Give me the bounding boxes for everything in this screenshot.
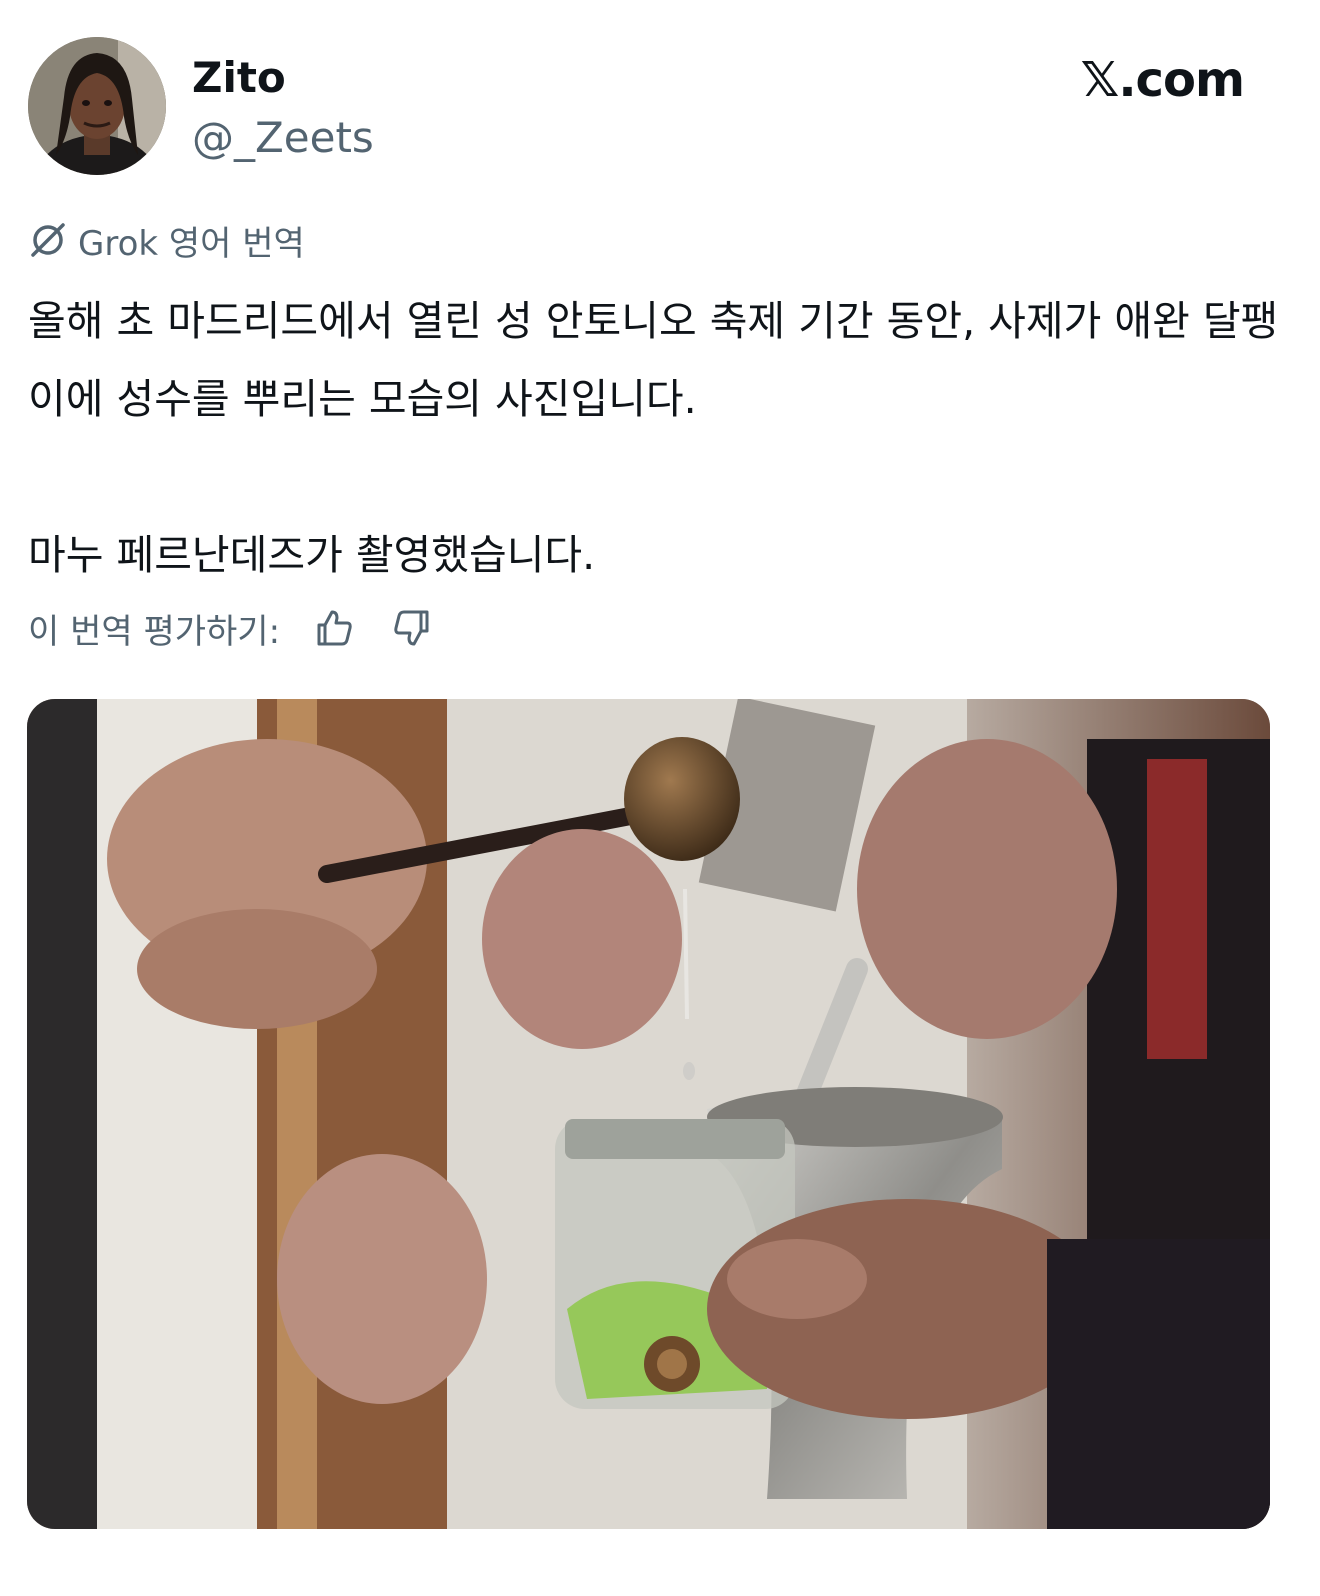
site-logo: 𝕏.com bbox=[1080, 52, 1245, 108]
avatar[interactable] bbox=[28, 37, 166, 175]
rate-translation-row: 이 번역 평가하기: bbox=[28, 600, 436, 656]
avatar-image bbox=[28, 37, 166, 175]
thumbs-up-button[interactable] bbox=[310, 604, 358, 652]
translation-label-row: Grok 영어 번역 bbox=[28, 214, 305, 266]
tweet-media-photo[interactable] bbox=[27, 699, 1270, 1529]
photo-priest-blessing-snail bbox=[27, 699, 1270, 1529]
translation-label: Grok 영어 번역 bbox=[78, 223, 305, 264]
tweet-text: 올해 초 마드리드에서 열린 성 안토니오 축제 기간 동안, 사제가 애완 달… bbox=[28, 297, 1279, 579]
thumbs-down-icon bbox=[394, 610, 429, 646]
thumbs-up-icon bbox=[317, 610, 352, 646]
thumbs-down-button[interactable] bbox=[388, 604, 436, 652]
grok-icon bbox=[28, 220, 68, 260]
display-name[interactable]: Zito bbox=[192, 52, 286, 104]
rate-translation-label: 이 번역 평가하기: bbox=[28, 611, 281, 652]
user-handle[interactable]: @_Zeets bbox=[192, 112, 374, 164]
